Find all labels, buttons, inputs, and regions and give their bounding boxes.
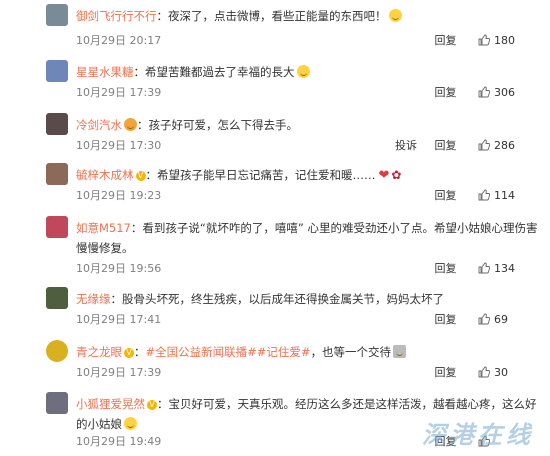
- like-button[interactable]: 306: [478, 86, 550, 99]
- comment-actions: 回复 134: [435, 260, 550, 276]
- heart-icon: ❤: [378, 168, 390, 183]
- topic-link[interactable]: #全国公益新闻联播#: [146, 345, 257, 359]
- reply-button[interactable]: 回复: [435, 32, 457, 48]
- comment-actions: 回复 69: [435, 311, 550, 327]
- separator: ：: [134, 345, 146, 359]
- reply-button[interactable]: 回复: [435, 187, 457, 203]
- smile-emoji-icon: [388, 9, 402, 22]
- face-emoji-icon: [124, 118, 137, 131]
- like-count: 180: [494, 34, 515, 47]
- comment-text: 无缘缘：股骨头坏死，终生残疾，以后成年还得换金属关节，妈妈太坏了: [76, 289, 536, 309]
- username-link[interactable]: 冷剑汽水: [76, 118, 122, 132]
- like-count: 306: [494, 86, 515, 99]
- comment-actions: 回复 30: [435, 364, 550, 380]
- username-link[interactable]: 星星水果糖: [76, 65, 134, 79]
- comment-date: 10月29日 19:56: [76, 262, 162, 275]
- comment-body: 希望苦難都過去了幸福的長大: [145, 65, 295, 79]
- verified-badge-icon: V: [135, 171, 146, 181]
- comment-actions: 回复 306: [435, 84, 550, 100]
- avatar[interactable]: [46, 4, 68, 26]
- report-button[interactable]: 投诉: [395, 137, 417, 153]
- username-link[interactable]: 御剑飞行行不行: [76, 9, 157, 23]
- thumbs-up-icon: [478, 86, 490, 98]
- comment-text: 青之龙眼 V ：#全国公益新闻联播##记住爱#，也等一个交待: [76, 342, 536, 362]
- like-button[interactable]: 114: [478, 189, 550, 202]
- thumbs-up-icon: [478, 366, 490, 378]
- reply-button[interactable]: 回复: [435, 84, 457, 100]
- like-button[interactable]: 30: [478, 366, 550, 379]
- separator: ：: [156, 9, 169, 23]
- comment-text: 星星水果糖：希望苦難都過去了幸福的長大: [76, 62, 536, 82]
- like-count: 30: [494, 366, 508, 379]
- rose-icon: ✿: [391, 168, 402, 182]
- avatar[interactable]: [46, 60, 68, 82]
- comment-body: 股骨头坏死，终生残疾，以后成年还得换金属关节，妈妈太坏了: [122, 292, 444, 306]
- avatar[interactable]: [46, 216, 68, 238]
- verified-badge-icon: V: [147, 400, 157, 410]
- candle-emoji-icon: [393, 345, 407, 358]
- comment-actions: 回复 180: [435, 32, 550, 48]
- username-link[interactable]: 如意M517: [76, 221, 131, 235]
- verified-badge-icon: V: [124, 348, 134, 358]
- comment-text: 冷剑汽水 ：孩子好可爱，怎么下得去手。: [76, 115, 536, 135]
- username-link[interactable]: 无缘缘: [76, 292, 111, 306]
- comment-date: 10月29日 19:49: [76, 435, 162, 448]
- reply-button[interactable]: 回复: [435, 137, 457, 153]
- comment-body: 看到孩子说“就坏咋的了，嘻嘻” 心里的难受劲还小了点。希望小姑娘心理伤害慢慢修复…: [76, 221, 538, 255]
- comment-body: 夜深了，点击微博，看些正能量的东西吧！: [168, 9, 387, 23]
- topic-link[interactable]: #记住爱#: [257, 345, 311, 359]
- comment-date: 10月29日 20:17: [76, 34, 162, 47]
- thumbs-up-icon: [478, 262, 490, 274]
- comment-date: 10月29日 17:41: [76, 313, 162, 326]
- like-count: 286: [494, 139, 515, 152]
- separator: ：: [145, 168, 158, 182]
- reply-button[interactable]: 回复: [435, 260, 457, 276]
- avatar[interactable]: [46, 392, 68, 414]
- like-button[interactable]: 180: [478, 34, 550, 47]
- comment-body: 希望孩子能早日忘记痛苦，记住爱和暖……: [157, 168, 376, 182]
- separator: ：: [133, 65, 146, 79]
- laugh-cry-emoji-icon: [124, 417, 137, 430]
- username-link[interactable]: 毓梓木成林: [76, 168, 134, 182]
- comment-date: 10月29日 17:30: [76, 139, 162, 152]
- like-button[interactable]: 286: [478, 139, 550, 152]
- username-link[interactable]: 小狐狸爱晃然: [76, 397, 145, 411]
- separator: ：: [157, 397, 169, 411]
- separator: ：: [137, 118, 149, 132]
- comment-body: 孩子好可爱，怎么下得去手。: [148, 118, 299, 132]
- comment-text: 御剑飞行行不行：夜深了，点击微博，看些正能量的东西吧！: [76, 6, 536, 26]
- like-count: 114: [494, 189, 515, 202]
- avatar[interactable]: [46, 113, 68, 135]
- like-count: 134: [494, 262, 515, 275]
- username-link[interactable]: 青之龙眼: [76, 345, 122, 359]
- comment-text: 如意M517：看到孩子说“就坏咋的了，嘻嘻” 心里的难受劲还小了点。希望小姑娘心…: [76, 218, 538, 258]
- thumbs-up-icon: [478, 313, 490, 325]
- comment-date: 10月29日 19:23: [76, 189, 162, 202]
- avatar[interactable]: [46, 340, 68, 362]
- comment-text: 毓梓木成林 V ：希望孩子能早日忘记痛苦，记住爱和暖…… ❤ ✿: [76, 165, 536, 186]
- separator: ：: [130, 221, 143, 235]
- separator: ：: [110, 292, 123, 306]
- thumbs-up-icon: [478, 139, 490, 151]
- avatar[interactable]: [46, 163, 68, 185]
- like-button[interactable]: 134: [478, 262, 550, 275]
- comment-actions: 投诉 回复 286: [395, 137, 550, 153]
- comment-date: 10月29日 17:39: [76, 86, 162, 99]
- like-button[interactable]: 69: [478, 313, 550, 326]
- watermark: 深港在线: [422, 421, 534, 449]
- like-count: 69: [494, 313, 508, 326]
- avatar[interactable]: [46, 287, 68, 309]
- comment-actions: 回复 114: [435, 187, 550, 203]
- thumbs-up-icon: [478, 34, 490, 46]
- reply-button[interactable]: 回复: [435, 364, 457, 380]
- comment-body: ，也等一个交待: [310, 345, 392, 359]
- reply-button[interactable]: 回复: [435, 311, 457, 327]
- laugh-cry-emoji-icon: [296, 65, 310, 78]
- comment-date: 10月29日 17:39: [76, 366, 162, 379]
- thumbs-up-icon: [478, 189, 490, 201]
